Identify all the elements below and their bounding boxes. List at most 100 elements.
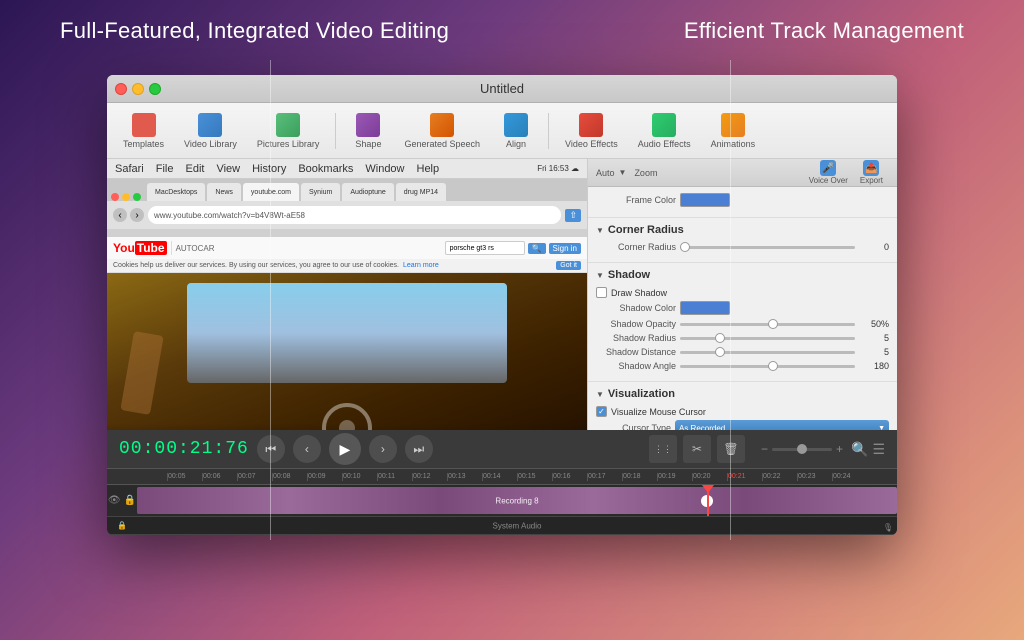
ruler-mark-14: 00:19	[657, 473, 692, 481]
shadow-distance-slider[interactable]	[680, 351, 855, 354]
track-lock-icon[interactable]: 🔒	[124, 495, 136, 506]
track-eye-icon[interactable]: 👁	[108, 495, 121, 506]
browser-close[interactable]	[111, 193, 119, 201]
ruler-mark-13: 00:18	[622, 473, 657, 481]
zoom-slider-thumb[interactable]	[797, 444, 807, 454]
step-back-btn[interactable]: ‹	[293, 435, 321, 463]
shadow-triangle: ▼	[596, 271, 604, 280]
shadow-radius-value: 5	[859, 333, 889, 343]
zoom-slider[interactable]	[772, 448, 832, 451]
url-text: www.youtube.com/watch?v=b4V8Wt-aE58	[154, 211, 305, 220]
shadow-header[interactable]: ▼ Shadow	[596, 269, 889, 281]
yt-search-input[interactable]: porsche gt3 rs	[445, 241, 525, 255]
recording-clip-label: Recording 8	[495, 496, 538, 505]
system-audio-content[interactable]: System Audio 🎙	[137, 517, 897, 534]
yt-search-text: porsche gt3 rs	[450, 245, 494, 252]
browser-tab-5[interactable]: Audioptune	[342, 183, 393, 201]
minimize-button[interactable]	[132, 83, 144, 95]
zoom-label: Auto	[596, 168, 615, 178]
toolbar-generated-speech[interactable]: Generated Speech	[396, 109, 488, 153]
share-button[interactable]: ⇧	[565, 209, 581, 222]
browser-tab-1[interactable]: MacDesktops	[147, 183, 205, 201]
voice-over-btn[interactable]: 🎤 Voice Over	[803, 159, 854, 187]
draw-shadow-checkbox[interactable]	[596, 287, 607, 298]
playhead-line	[707, 485, 709, 516]
menu-safari[interactable]: Safari	[115, 163, 144, 175]
ruler-mark-2: 00:07	[237, 473, 272, 481]
shadow-radius-slider[interactable]	[680, 337, 855, 340]
vis-cursor-checkbox[interactable]	[596, 406, 607, 417]
shadow-opacity-label: Shadow Opacity	[596, 319, 676, 329]
browser-minimize[interactable]	[122, 193, 130, 201]
toolbar-align[interactable]: Align	[492, 109, 540, 153]
url-bar[interactable]: www.youtube.com/watch?v=b4V8Wt-aE58	[148, 206, 561, 224]
toolbar-video-library[interactable]: Video Library	[176, 109, 245, 153]
yt-search-btn[interactable]: 🔍	[528, 243, 546, 254]
shadow-distance-thumb[interactable]	[715, 347, 725, 357]
toolbar-shape[interactable]: Shape	[344, 109, 392, 153]
learn-more-link[interactable]: Learn more	[403, 262, 439, 269]
frame-color-swatch[interactable]	[680, 193, 730, 207]
menu-view[interactable]: View	[216, 163, 240, 175]
ruler-marks: 00:05 00:06 00:07 00:08 00:09 00:10 00:1…	[167, 473, 867, 481]
shadow-color-label: Shadow Color	[596, 303, 676, 313]
corner-radius-header[interactable]: ▼ Corner Radius	[596, 224, 889, 236]
browser-tab-6[interactable]: drug MP14	[396, 183, 446, 201]
audio-icon	[652, 113, 676, 137]
zoom-fit-btn[interactable]: 🔍	[851, 441, 868, 458]
toolbar: Templates Video Library Pictures Library…	[107, 103, 897, 159]
shadow-radius-thumb[interactable]	[715, 333, 725, 343]
browser-maximize[interactable]	[133, 193, 141, 201]
shadow-angle-value: 180	[859, 361, 889, 371]
shadow-color-swatch[interactable]	[680, 301, 730, 315]
cut-btn[interactable]: ✂	[683, 435, 711, 463]
shadow-angle-slider[interactable]	[680, 365, 855, 368]
shadow-opacity-thumb[interactable]	[768, 319, 778, 329]
recording-track-content[interactable]: Recording 8	[137, 485, 897, 516]
browser-forward[interactable]: ›	[130, 208, 144, 222]
vis-title: Visualization	[608, 388, 675, 400]
ruler-mark-3: 00:08	[272, 473, 307, 481]
corner-radius-thumb[interactable]	[680, 242, 690, 252]
recording-track: 👁 🔒 Recording 8	[107, 485, 897, 517]
track-options-btn[interactable]: ☰	[872, 441, 885, 458]
timeline-area: 00:00:21:76 ⏮ ‹ ▶ › ⏭ ⋮⋮ ✂ 🗑 − + 🔍	[107, 430, 897, 535]
shape-icon	[356, 113, 380, 137]
browser-chrome: MacDesktops News youtube.com Synium Audi…	[107, 179, 587, 237]
browser-tab-4[interactable]: Synium	[301, 183, 340, 201]
cursor-type-dropdown[interactable]: As Recorded ▼	[675, 420, 889, 430]
zoom-plus-btn[interactable]: +	[836, 442, 843, 456]
close-button[interactable]	[115, 83, 127, 95]
play-btn[interactable]: ▶	[329, 433, 361, 465]
fast-forward-btn[interactable]: ⏭	[405, 435, 433, 463]
toolbar-animations[interactable]: Animations	[703, 109, 764, 153]
browser-back[interactable]: ‹	[113, 208, 127, 222]
menu-window[interactable]: Window	[365, 163, 404, 175]
shadow-opacity-slider[interactable]	[680, 323, 855, 326]
shadow-angle-thumb[interactable]	[768, 361, 778, 371]
step-forward-btn[interactable]: ›	[369, 435, 397, 463]
zoom-minus-btn[interactable]: −	[761, 442, 768, 456]
audio-label: Audio Effects	[638, 139, 691, 149]
ruler-mark-19: 00:24	[832, 473, 867, 481]
maximize-button[interactable]	[149, 83, 161, 95]
menu-file[interactable]: File	[156, 163, 174, 175]
toolbar-pictures[interactable]: Pictures Library	[249, 109, 328, 153]
snap-btn[interactable]: ⋮⋮	[649, 435, 677, 463]
menu-bookmarks[interactable]: Bookmarks	[298, 163, 353, 175]
export-btn[interactable]: 📤 Export	[854, 159, 889, 187]
transport-bar: 00:00:21:76 ⏮ ‹ ▶ › ⏭ ⋮⋮ ✂ 🗑 − + 🔍	[107, 430, 897, 469]
toolbar-audio-effects[interactable]: Audio Effects	[630, 109, 699, 153]
toolbar-video-effects[interactable]: Video Effects	[557, 109, 626, 153]
menu-help[interactable]: Help	[417, 163, 440, 175]
corner-radius-slider[interactable]	[680, 246, 855, 249]
toolbar-templates[interactable]: Templates	[115, 109, 172, 153]
vis-header[interactable]: ▼ Visualization	[596, 388, 889, 400]
shadow-distance-value: 5	[859, 347, 889, 357]
cookie-ok-btn[interactable]: Got it	[556, 261, 581, 270]
browser-tab-2[interactable]: News	[207, 183, 241, 201]
yt-signin-btn[interactable]: Sign in	[549, 243, 581, 254]
shadow-radius-label: Shadow Radius	[596, 333, 676, 343]
menu-edit[interactable]: Edit	[185, 163, 204, 175]
app-window: Untitled Templates Video Library Picture…	[107, 75, 897, 535]
